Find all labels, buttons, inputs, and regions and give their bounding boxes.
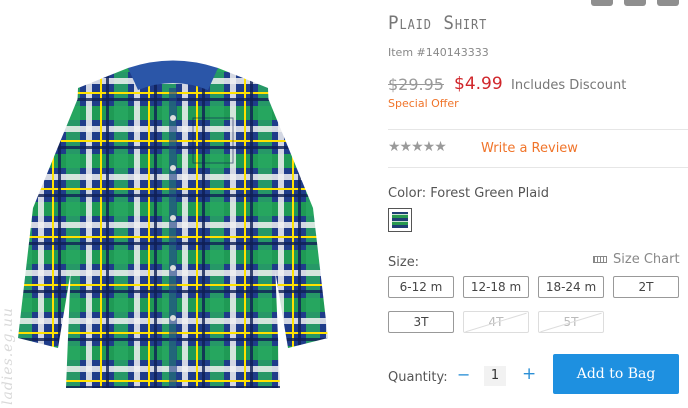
size-option-unavailable: 5T (538, 311, 604, 333)
rating-stars: ★★★★★ (388, 139, 447, 155)
product-title: Plaid Shirt (388, 12, 488, 34)
size-option[interactable]: 2T (613, 276, 679, 298)
watermark: ladies.eg.uu (0, 307, 16, 405)
share-icon[interactable] (591, 0, 613, 6)
size-option[interactable]: 3T (388, 311, 454, 333)
size-option-unavailable: 4T (463, 311, 529, 333)
quantity-increase-button[interactable]: + (522, 364, 536, 384)
quantity-input[interactable]: 1 (484, 366, 506, 386)
sale-price: $4.99 (454, 74, 503, 94)
color-swatch[interactable] (388, 208, 412, 232)
quantity-label: Quantity: (388, 370, 448, 385)
size-chart-link[interactable]: Size Chart (593, 252, 680, 267)
share-icon[interactable] (657, 0, 679, 6)
special-offer-link[interactable]: Special Offer (388, 97, 459, 110)
item-number: Item #140143333 (388, 46, 489, 59)
size-option[interactable]: 12-18 m (463, 276, 529, 298)
add-to-bag-button[interactable]: Add to Bag (553, 354, 679, 394)
size-label: Size: (388, 255, 420, 270)
discount-note: Includes Discount (511, 78, 627, 93)
share-icon[interactable] (624, 0, 646, 6)
write-review-link[interactable]: Write a Review (481, 141, 578, 156)
ruler-icon (593, 256, 607, 263)
size-option[interactable]: 6-12 m (388, 276, 454, 298)
quantity-decrease-button[interactable]: − (457, 365, 470, 384)
product-image[interactable] (18, 58, 328, 404)
divider (388, 129, 688, 130)
color-label: Color: Forest Green Plaid (388, 186, 550, 201)
original-price: $29.95 (388, 75, 444, 94)
size-option[interactable]: 18-24 m (538, 276, 604, 298)
divider (388, 167, 688, 168)
